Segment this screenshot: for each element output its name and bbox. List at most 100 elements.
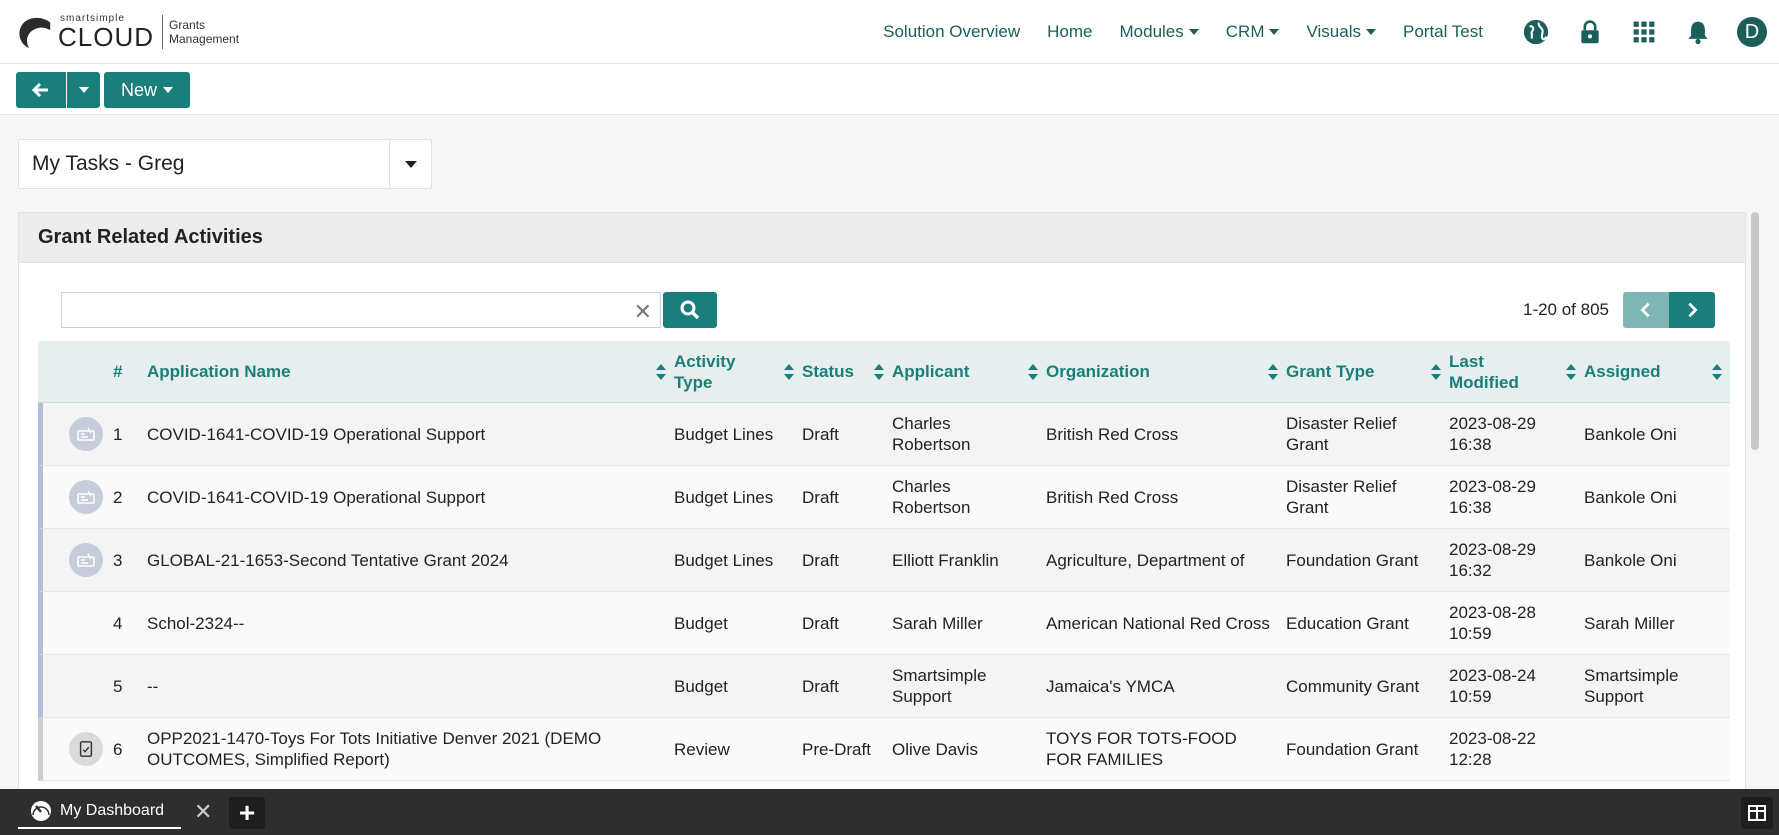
col-label: Last Modified <box>1449 351 1519 392</box>
clear-icon[interactable]: ✕ <box>634 299 652 325</box>
split-layout-button[interactable] <box>1741 797 1773 829</box>
col-header-assigned[interactable]: Assigned <box>1584 341 1730 402</box>
new-button-label: New <box>120 79 157 100</box>
cell-grant-type: Foundation Grant <box>1286 550 1419 570</box>
cell-last-modified: 2023-08-28 10:59 <box>1449 603 1536 643</box>
next-page-button[interactable] <box>1669 292 1715 328</box>
cloud-swoosh-icon <box>19 17 51 49</box>
logo-wordmark: smartsimple CLOUD <box>58 14 154 51</box>
col-header-status[interactable]: Status <box>802 341 892 402</box>
add-tab-button[interactable]: + <box>229 797 265 829</box>
cell-status: Draft <box>802 550 839 570</box>
nav-visuals[interactable]: Visuals <box>1306 22 1376 42</box>
product-name: Grants Management <box>169 18 239 46</box>
budget-lines-icon[interactable] <box>69 417 103 451</box>
top-header: smartsimple CLOUD Grants Management Solu… <box>0 0 1779 64</box>
cell-applicant: Elliott Franklin <box>892 550 999 570</box>
sort-icon[interactable] <box>1028 363 1038 380</box>
globe-icon[interactable] <box>1521 17 1551 47</box>
cell-application-name[interactable]: COVID-1641-COVID-19 Operational Support <box>147 487 674 508</box>
sort-icon[interactable] <box>1566 363 1576 380</box>
split-view-icon <box>1748 805 1766 821</box>
review-document-icon[interactable] <box>69 732 103 766</box>
back-history-dropdown-button[interactable] <box>67 72 100 108</box>
col-header-organization[interactable]: Organization <box>1046 341 1286 402</box>
cell-status: Draft <box>802 613 839 633</box>
cell-grant-type: Education Grant <box>1286 613 1409 633</box>
cell-application-name[interactable]: COVID-1641-COVID-19 Operational Support <box>147 424 674 445</box>
col-icon <box>38 341 113 402</box>
lock-icon[interactable] <box>1575 17 1605 47</box>
table-row[interactable]: 4 Schol-2324-- Budget Draft Sarah Miller Amer… <box>38 592 1730 655</box>
cell-applicant: Charles Robertson <box>892 414 971 454</box>
plus-icon: + <box>238 797 256 828</box>
sort-icon[interactable] <box>874 363 884 380</box>
cell-row-number: 5 <box>113 676 123 696</box>
cell-last-modified: 2023-08-29 16:32 <box>1449 540 1536 580</box>
view-dropdown-toggle[interactable] <box>389 140 431 188</box>
nav-crm[interactable]: CRM <box>1226 22 1280 42</box>
nav-label: Portal Test <box>1402 22 1483 41</box>
caret-down-icon <box>404 160 417 168</box>
table-row[interactable]: 3 GLOBAL-21-1653-Second Tentative Grant 2… <box>38 529 1730 592</box>
view-selector[interactable]: My Tasks - Greg <box>18 139 432 189</box>
col-header-application-name[interactable]: Application Name <box>147 341 674 402</box>
col-header-activity-type[interactable]: Activity Type <box>674 341 802 402</box>
search-input[interactable]: ✕ <box>61 292 661 328</box>
col-label: Activity Type <box>674 351 736 392</box>
cell-activity-type: Budget Lines <box>674 487 774 507</box>
cell-activity-type: Budget Lines <box>674 424 774 444</box>
sort-icon[interactable] <box>1431 363 1441 380</box>
row-icon-cell <box>43 480 113 514</box>
grant-activities-panel: Grant Related Activities ✕ 1-20 of 805 #… <box>18 212 1746 790</box>
cell-last-modified: 2023-08-29 16:38 <box>1449 414 1536 454</box>
caret-down-icon <box>1188 29 1199 35</box>
previous-page-button[interactable] <box>1623 292 1669 328</box>
bell-icon[interactable] <box>1683 17 1713 47</box>
nav-label: CRM <box>1225 22 1265 41</box>
budget-lines-icon[interactable] <box>69 543 103 577</box>
sort-icon[interactable] <box>784 363 794 380</box>
cell-applicant: Smartsimple Support <box>892 666 987 706</box>
dashboard-tab[interactable]: My Dashboard <box>18 795 181 829</box>
budget-lines-icon[interactable] <box>69 480 103 514</box>
caret-down-icon <box>163 87 173 93</box>
cell-status: Draft <box>802 424 839 444</box>
nav-solution-overview[interactable]: Solution Overview <box>883 22 1020 42</box>
cell-application-name[interactable]: -- <box>147 676 674 697</box>
dashboard-gauge-icon <box>31 801 51 821</box>
col-header-grant-type[interactable]: Grant Type <box>1286 341 1449 402</box>
smartsimple-logo[interactable]: smartsimple CLOUD Grants Management <box>16 10 239 54</box>
close-tab-icon[interactable]: ✕ <box>194 799 212 825</box>
product-line-1: Grants <box>169 18 206 32</box>
table-row[interactable]: 6 OPP2021-1470-Toys For Tots Initiative D… <box>38 718 1730 781</box>
nav-modules[interactable]: Modules <box>1120 22 1199 42</box>
cell-application-name[interactable]: GLOBAL-21-1653-Second Tentative Grant 20… <box>147 550 674 571</box>
nav-home[interactable]: Home <box>1047 22 1092 42</box>
nav-portal-test[interactable]: Portal Test <box>1403 22 1483 42</box>
cell-assigned: Smartsimple Support <box>1584 666 1679 706</box>
col-label: Applicant <box>892 362 970 381</box>
back-button[interactable] <box>16 72 66 108</box>
page-scrollbar[interactable] <box>1751 212 1759 450</box>
search-button[interactable] <box>663 292 717 328</box>
col-label: # <box>113 362 123 381</box>
search-icon <box>680 300 700 320</box>
user-avatar[interactable]: D <box>1737 17 1767 47</box>
cell-application-name[interactable]: OPP2021-1470-Toys For Tots Initiative De… <box>147 728 674 770</box>
col-header-number[interactable]: # <box>113 341 147 402</box>
table-row[interactable]: 2 COVID-1641-COVID-19 Operational Support… <box>38 466 1730 529</box>
chevron-right-icon <box>1688 302 1698 318</box>
apps-grid-icon[interactable] <box>1629 17 1659 47</box>
table-row[interactable]: 1 COVID-1641-COVID-19 Operational Support… <box>38 403 1730 466</box>
record-count: 1-20 of 805 <box>1522 300 1609 319</box>
sort-icon[interactable] <box>1712 363 1722 380</box>
table-row[interactable]: 5 -- Budget Draft Smartsimple Support Jamaica… <box>38 655 1730 718</box>
cell-last-modified: 2023-08-22 12:28 <box>1449 729 1536 769</box>
sort-icon[interactable] <box>656 363 666 380</box>
col-header-last-modified[interactable]: Last Modified <box>1449 341 1584 402</box>
col-header-applicant[interactable]: Applicant <box>892 341 1046 402</box>
new-button[interactable]: New <box>104 72 190 108</box>
cell-application-name[interactable]: Schol-2324-- <box>147 613 674 634</box>
sort-icon[interactable] <box>1268 363 1278 380</box>
